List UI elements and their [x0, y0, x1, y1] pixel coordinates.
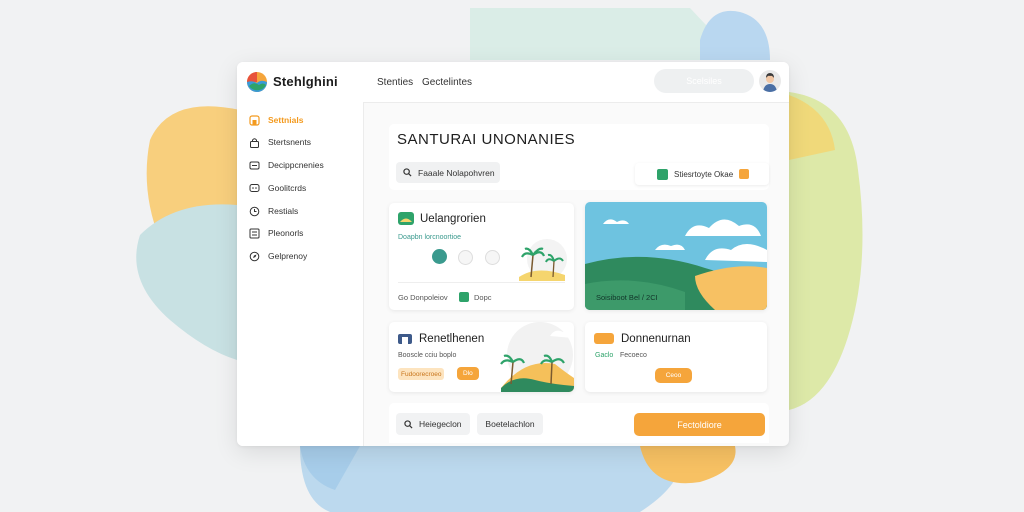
nav-link-2[interactable]: Gectelintes — [422, 77, 472, 88]
bottom-chip-2-label: Boetelachlon — [485, 419, 535, 429]
sidebar-item-label: Pleonorls — [268, 228, 304, 238]
island-illustration — [500, 322, 574, 392]
card-3[interactable]: Renetlhenen Booscle cciu boplo Fudoorecr… — [389, 322, 574, 392]
filter-chip-label: Stiesrtoyte Okae — [674, 169, 734, 179]
card-4-button[interactable]: Ceoo — [655, 368, 692, 383]
sidebar-item-2[interactable]: Stertsnents — [249, 134, 311, 150]
sidebar-item-label: Decippcnenies — [268, 160, 324, 170]
sidebar-item-5[interactable]: Restials — [249, 203, 298, 219]
card-1-footer-right: Dopc — [474, 293, 492, 302]
building-icon — [398, 334, 412, 344]
sidebar: Settnials Stertsnents Decippcnenies Gool… — [237, 102, 364, 446]
bottom-chip-1-label: Heiegeclon — [419, 419, 462, 429]
top-search-label: Scelsiles — [686, 76, 722, 86]
sidebar-item-label: Stertsnents — [268, 137, 311, 147]
card-1-footer-left: Go Donpoleiov — [398, 293, 448, 302]
search-input-text: Faaale Nolapohvren — [418, 167, 495, 178]
sidebar-item-1[interactable]: Settnials — [249, 112, 303, 128]
bottom-bar: Heiegeclon Boetelachlon Fectoldiore — [389, 403, 769, 443]
lock-icon — [250, 137, 259, 148]
bottom-search-chip[interactable]: Heiegeclon — [396, 413, 470, 435]
avatar[interactable] — [759, 70, 781, 92]
top-search-button[interactable]: Scelsiles — [654, 69, 754, 93]
sidebar-item-4[interactable]: Goolitcrds — [249, 180, 306, 196]
sidebar-item-6[interactable]: Pleonorls — [249, 225, 303, 241]
folder-icon — [594, 333, 614, 344]
card-2[interactable]: Soisiboot Bel / 2CI — [585, 202, 767, 310]
nav-link-1[interactable]: Stenties — [377, 77, 413, 88]
sidebar-item-label: Restials — [268, 206, 299, 216]
sidebar-item-7[interactable]: Gelprenoy — [249, 248, 307, 264]
primary-cta-button[interactable]: Fectoldiore — [634, 413, 765, 436]
card-3-subtitle: Booscle cciu boplo — [398, 352, 457, 359]
card-2-caption: Soisiboot Bel / 2CI — [596, 293, 658, 302]
check-icon — [459, 292, 469, 302]
sidebar-item-3[interactable]: Decippcnenies — [249, 157, 324, 173]
palm-illustration — [519, 239, 567, 281]
logo-icon — [247, 72, 267, 92]
top-bar: Stehlghini Stenties Gectelintes Scelsile… — [237, 62, 789, 103]
search-input[interactable]: Faaale Nolapohvren — [396, 162, 500, 183]
chat-icon — [249, 183, 260, 192]
primary-cta-label: Fectoldiore — [677, 419, 722, 430]
sidebar-item-label: Gelprenoy — [268, 251, 308, 261]
badge-icon — [739, 169, 750, 179]
app-window: Stehlghini Stenties Gectelintes Scelsile… — [237, 62, 789, 446]
clock-icon — [249, 206, 260, 216]
leaf-icon — [657, 168, 668, 180]
card-1-subtitle: Doapbn lorcnoortioe — [398, 234, 462, 241]
home-icon — [249, 114, 260, 126]
card-4-subtitle-a: Gaclo — [595, 352, 614, 359]
play-icon[interactable] — [432, 249, 447, 264]
card-4-subtitle-b: Fecoeco — [620, 352, 647, 359]
card-4-title: Donnenurnan — [621, 333, 691, 345]
card-1-divider — [398, 282, 565, 283]
card-3-title: Renetlhenen — [419, 333, 485, 345]
sidebar-item-label: Settnials — [268, 115, 304, 125]
card-1-title: Uelangrorien — [420, 213, 486, 225]
like-icon[interactable] — [485, 250, 500, 265]
search-icon — [404, 419, 413, 429]
user-avatar-icon — [763, 73, 777, 92]
share-icon[interactable] — [458, 250, 473, 265]
card-3-tag: Fudoorecroeo — [398, 368, 445, 380]
grid-icon — [249, 228, 260, 238]
page-title: SANTURAI UNONANIES — [397, 131, 576, 148]
sidebar-item-label: Goolitcrds — [268, 183, 307, 193]
bottom-chip-2[interactable]: Boetelachlon — [477, 413, 543, 435]
card-icon — [249, 161, 260, 169]
filter-chip[interactable]: Stiesrtoyte Okae — [635, 163, 769, 185]
brand-name: Stehlghini — [273, 74, 338, 89]
compass-icon — [249, 251, 260, 261]
card-4[interactable]: Donnenurnan Gaclo Fecoeco Ceoo — [585, 322, 767, 392]
search-icon — [403, 168, 412, 177]
card-3-small-button[interactable]: Dlo — [457, 367, 479, 380]
card-1-icon — [398, 212, 414, 225]
card-1[interactable]: Uelangrorien Doapbn lorcnoortioe Go Donp… — [389, 203, 574, 310]
